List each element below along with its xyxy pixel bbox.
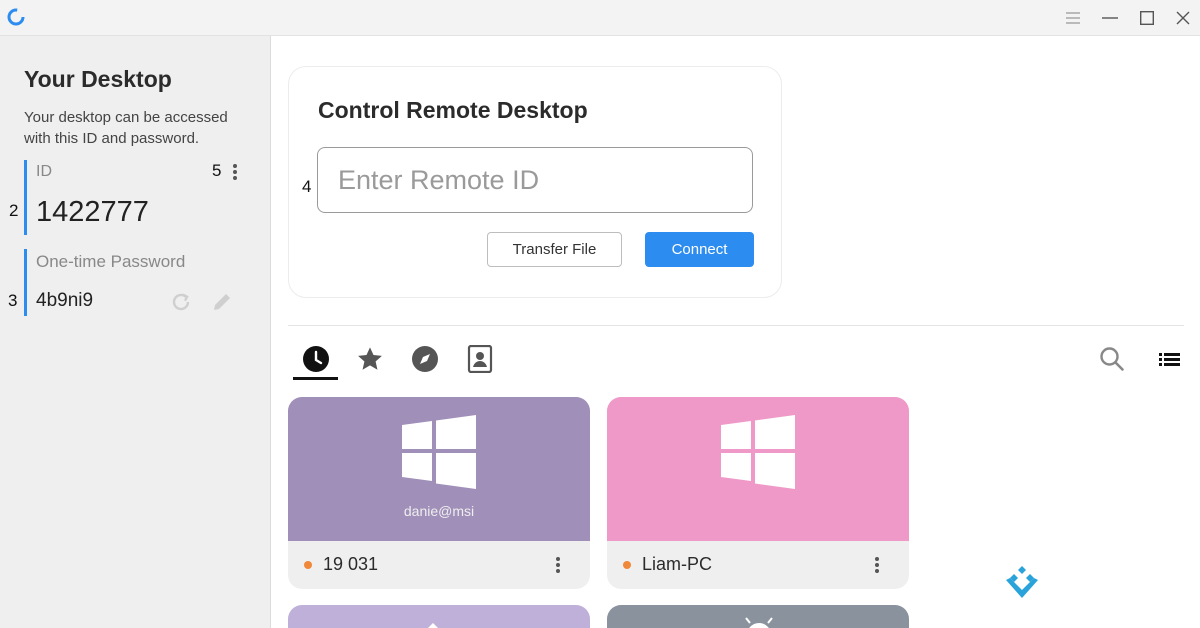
active-tab-indicator — [293, 377, 338, 380]
peer-card-header — [607, 397, 909, 541]
maximize-icon[interactable] — [1135, 6, 1159, 30]
your-desktop-panel: Your Desktop Your desktop can be accesse… — [0, 36, 271, 628]
peer-card-partial[interactable] — [288, 605, 590, 628]
remote-id-input[interactable] — [317, 147, 753, 213]
status-dot — [304, 561, 312, 569]
peer-card-partial[interactable] — [607, 605, 909, 628]
peer-name: 19 031 — [323, 554, 379, 574]
transfer-file-button[interactable]: Transfer File — [487, 232, 622, 267]
password-value[interactable]: 4b9ni9 — [36, 290, 93, 312]
tab-favorites[interactable] — [355, 344, 385, 374]
more-options-icon[interactable] — [871, 555, 883, 575]
password-accent-bar — [24, 249, 27, 316]
connect-button[interactable]: Connect — [645, 232, 754, 267]
annotation-marker-2: 2 — [9, 201, 19, 220]
recent-clock-icon — [303, 346, 329, 372]
status-dot — [623, 561, 631, 569]
favorites-star-icon — [358, 347, 382, 370]
app-logo-icon — [7, 8, 25, 26]
id-value[interactable]: 1422777 — [36, 196, 149, 229]
search-icon[interactable] — [1099, 346, 1125, 372]
id-accent-bar — [24, 160, 27, 235]
peer-name: Liam-PC — [642, 554, 713, 574]
more-options-icon[interactable] — [229, 162, 241, 182]
edit-pencil-icon[interactable] — [210, 290, 234, 314]
windows-icon — [721, 415, 795, 489]
id-label: ID — [36, 163, 52, 180]
linux-icon — [745, 617, 773, 628]
your-desktop-title: Your Desktop — [24, 66, 172, 92]
address-book-icon — [467, 345, 493, 373]
discovered-compass-icon — [412, 346, 438, 372]
annotation-marker-3: 3 — [8, 291, 18, 310]
peer-card[interactable]: Liam-PC — [607, 397, 909, 589]
section-divider — [288, 325, 1184, 326]
refresh-icon[interactable] — [170, 291, 192, 313]
password-label: One-time Password — [36, 252, 186, 271]
tab-address-book[interactable] — [465, 344, 495, 374]
tab-recent[interactable] — [301, 344, 331, 374]
peer-card[interactable]: danie@msi 19 031 — [288, 397, 590, 589]
annotation-marker-5: 5 — [212, 161, 222, 180]
close-icon[interactable] — [1171, 6, 1195, 30]
peer-username: danie@msi — [403, 503, 475, 519]
annotation-marker-4: 4 — [302, 177, 312, 196]
peer-card-header: danie@msi — [288, 397, 590, 541]
watermark-logo-icon — [1006, 566, 1038, 598]
minimize-icon[interactable] — [1098, 6, 1122, 30]
windows-icon — [402, 415, 476, 489]
your-desktop-description: Your desktop can be accessed with this I… — [24, 109, 228, 147]
more-options-icon[interactable] — [552, 555, 564, 575]
os-icon — [428, 623, 438, 628]
menu-icon[interactable] — [1061, 6, 1085, 30]
title-bar — [0, 0, 1200, 36]
control-remote-title: Control Remote Desktop — [318, 97, 588, 123]
list-view-icon[interactable] — [1157, 346, 1183, 372]
tab-discovered[interactable] — [410, 344, 440, 374]
